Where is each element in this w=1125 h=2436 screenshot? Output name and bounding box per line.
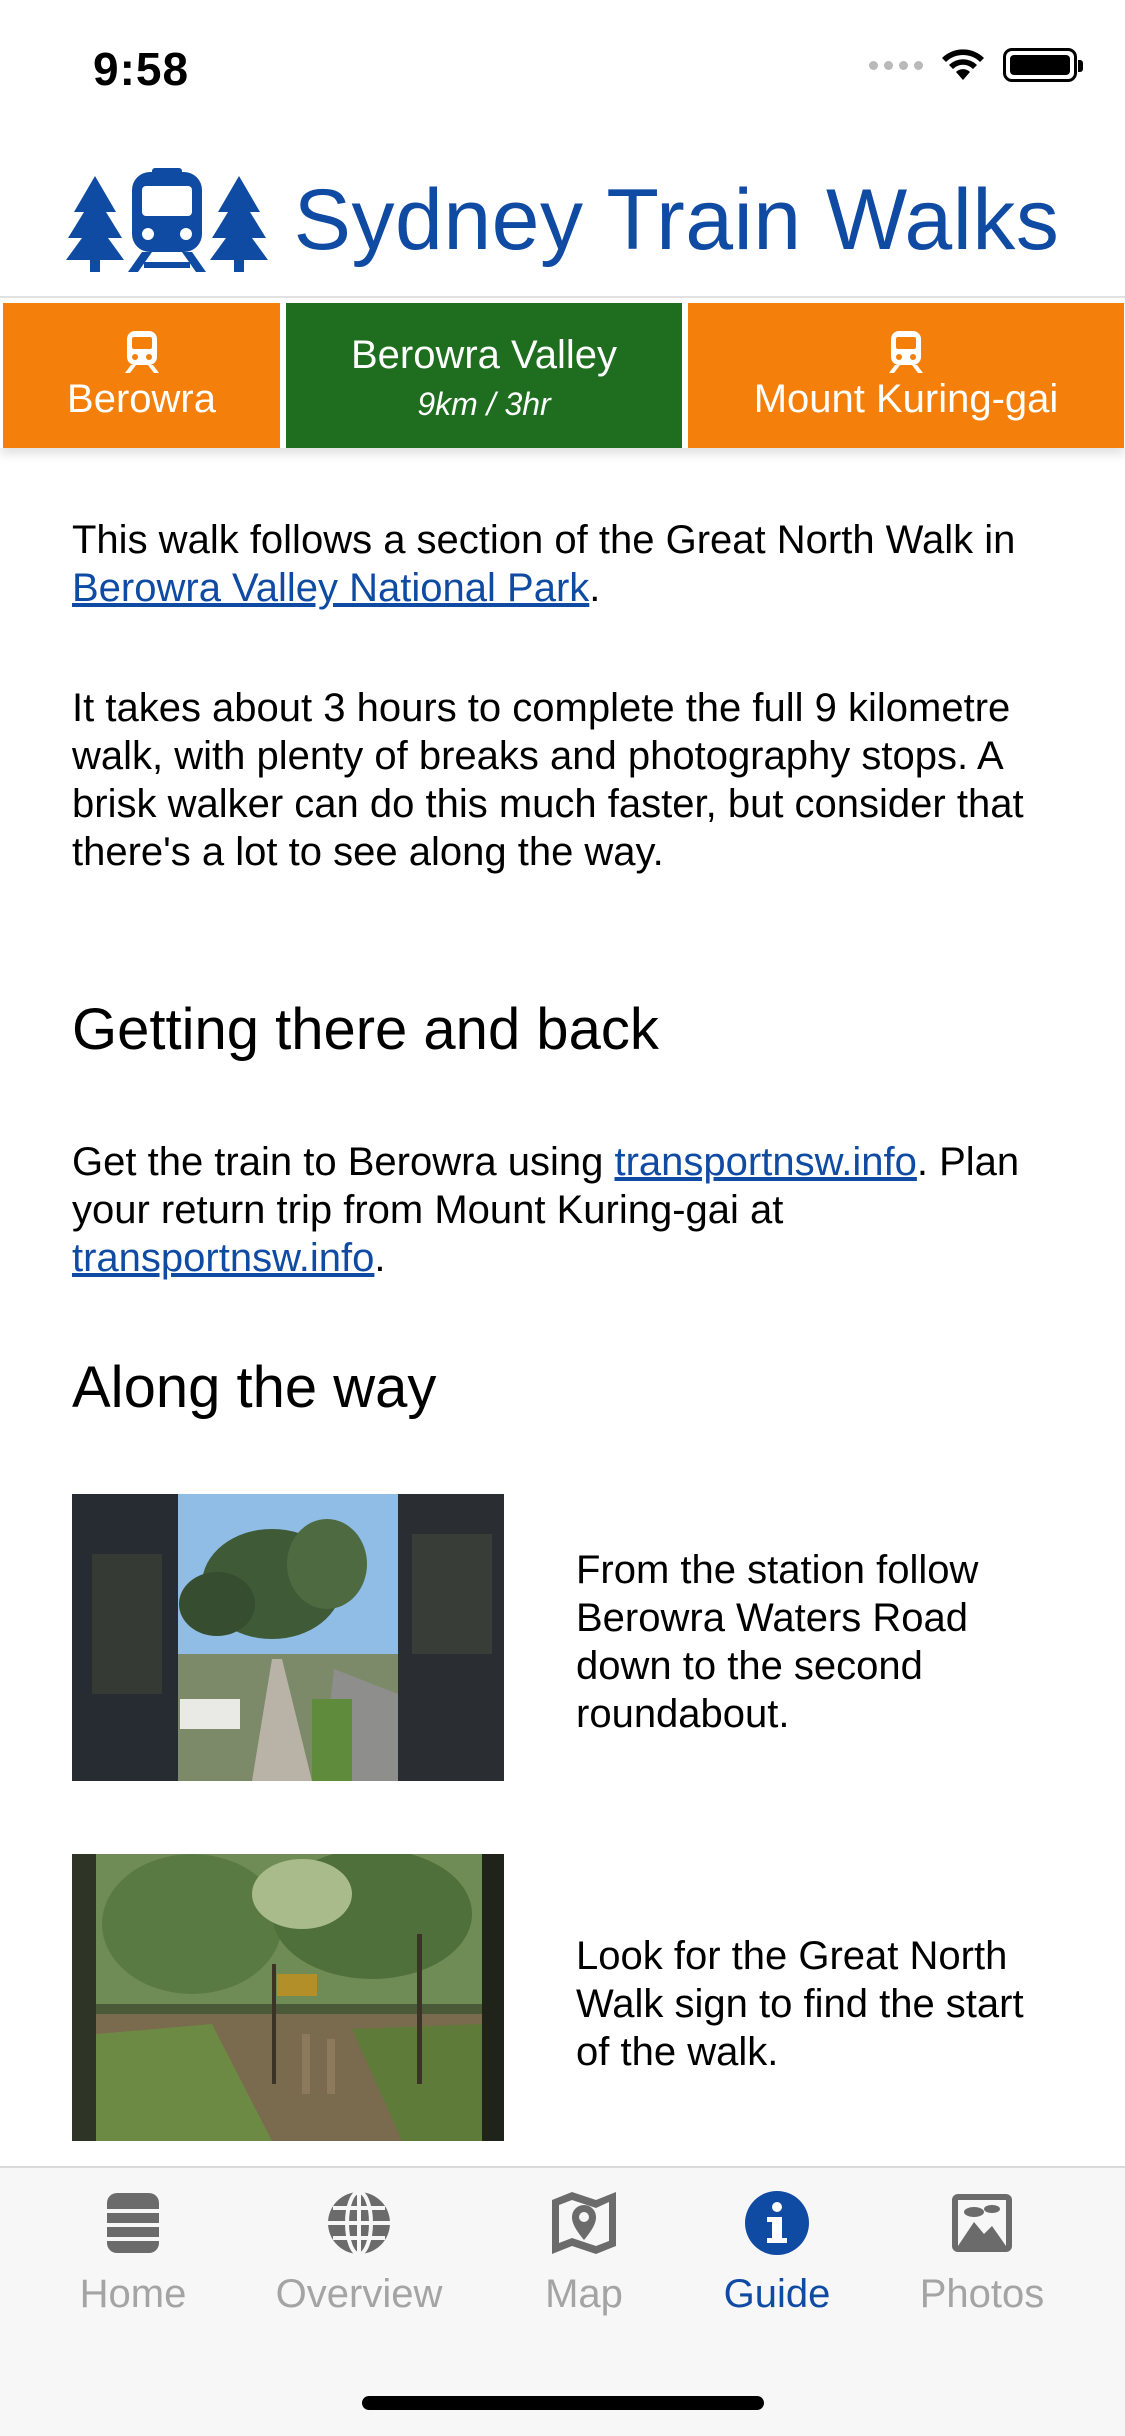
- status-bar: 9:58: [0, 0, 1125, 140]
- header-divider: [0, 296, 1125, 298]
- train-icon: [889, 331, 923, 373]
- tab-photos[interactable]: Photos: [892, 2188, 1072, 2317]
- walk-nav: Berowra Berowra Valley 9km / 3hr Mount K…: [0, 303, 1125, 448]
- status-time: 9:58: [93, 43, 190, 95]
- intro-text-end: .: [589, 566, 601, 610]
- end-station-label: Mount Kuring-gai: [753, 377, 1059, 421]
- home-icon: [98, 2188, 168, 2258]
- list-item: From the station follow Berowra Waters R…: [72, 1494, 1062, 1781]
- tab-label: Home: [79, 2272, 187, 2316]
- tab-label: Overview: [275, 2272, 443, 2316]
- logo: [65, 168, 268, 272]
- tree-icon: [65, 176, 124, 272]
- status-icons: [869, 48, 1083, 82]
- walk-name: Berowra Valley: [350, 332, 618, 377]
- transport-link-return[interactable]: transportnsw.info: [72, 1236, 374, 1280]
- globe-icon: [324, 2188, 394, 2258]
- info-icon: [742, 2188, 812, 2258]
- tab-label: Map: [545, 2272, 623, 2316]
- battery-icon: [1003, 48, 1083, 82]
- tab-map[interactable]: Map: [494, 2188, 674, 2317]
- tab-label: Photos: [919, 2272, 1045, 2316]
- intro-text: This walk follows a section of the Great…: [72, 518, 1016, 562]
- national-park-link[interactable]: Berowra Valley National Park: [72, 566, 589, 610]
- app-title: Sydney Train Walks: [293, 171, 1060, 268]
- tab-guide[interactable]: Guide: [687, 2188, 867, 2317]
- current-walk-tab[interactable]: Berowra Valley 9km / 3hr: [286, 303, 682, 448]
- getting-there-heading: Getting there and back: [72, 997, 659, 1062]
- wifi-icon: [942, 49, 984, 80]
- home-indicator[interactable]: [362, 2396, 764, 2410]
- tab-home[interactable]: Home: [43, 2188, 223, 2317]
- app-header: Sydney Train Walks: [0, 150, 1125, 290]
- start-station-label: Berowra: [67, 377, 216, 421]
- train-icon: [127, 168, 206, 272]
- stop-description: From the station follow Berowra Waters R…: [576, 1548, 979, 1736]
- list-item: Look for the Great North Walk sign to fi…: [72, 1854, 1062, 2141]
- getting-there-text: .: [374, 1236, 386, 1280]
- end-station-button[interactable]: Mount Kuring-gai: [688, 303, 1124, 448]
- photos-icon: [947, 2188, 1017, 2258]
- map-icon: [549, 2188, 619, 2258]
- cellular-signal-icon: [869, 60, 923, 70]
- stop-photo[interactable]: [72, 1494, 504, 1781]
- tab-overview[interactable]: Overview: [269, 2188, 449, 2317]
- train-icon: [124, 331, 159, 373]
- transport-link-outbound[interactable]: transportnsw.info: [615, 1140, 917, 1184]
- start-station-button[interactable]: Berowra: [3, 303, 280, 448]
- intro-paragraph: This walk follows a section of the Great…: [72, 516, 1062, 612]
- getting-there-paragraph: Get the train to Berowra using transport…: [72, 1138, 1062, 1282]
- tab-label: Guide: [723, 2272, 831, 2316]
- along-the-way-heading: Along the way: [72, 1355, 437, 1420]
- walk-details: 9km / 3hr: [417, 385, 551, 422]
- duration-paragraph: It takes about 3 hours to complete the f…: [72, 686, 1024, 874]
- tree-icon: [209, 176, 268, 272]
- getting-there-text: Get the train to Berowra using: [72, 1140, 615, 1184]
- stop-photo[interactable]: [72, 1854, 504, 2141]
- stop-description: Look for the Great North Walk sign to fi…: [576, 1934, 1024, 2074]
